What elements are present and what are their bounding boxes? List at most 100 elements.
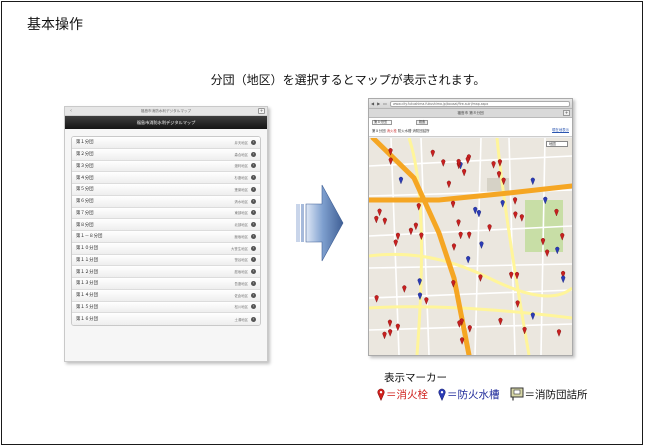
list-item-label: 第１１分団 bbox=[76, 257, 98, 263]
list-item-label: 第１３分団 bbox=[76, 281, 98, 287]
list-item-label: 第１－８分団 bbox=[76, 234, 103, 240]
list-item-sub: 森合地区 bbox=[234, 152, 248, 157]
list-item[interactable]: 第３分団 渡利地区 › bbox=[72, 160, 260, 173]
browser-tab-bar: 福島市 第８分団 + bbox=[369, 109, 572, 118]
list-item[interactable]: 第１５分団 松川地区 › bbox=[72, 301, 260, 314]
list-item-sub: 飯坂地区 bbox=[234, 234, 248, 239]
list-item-label: 第１２分団 bbox=[76, 269, 98, 275]
chevron-right-icon: › bbox=[251, 292, 256, 298]
legend-item-station: ＝消防団詰所 bbox=[510, 387, 588, 402]
chevron-right-icon: › bbox=[251, 186, 256, 192]
list-item[interactable]: 第１０分団 大笹生地区 › bbox=[72, 242, 260, 255]
map-canvas[interactable] bbox=[369, 138, 572, 355]
list-item-label: 第７分団 bbox=[76, 210, 94, 216]
fire-station-marker-icon bbox=[510, 387, 523, 401]
chevron-right-icon: › bbox=[251, 175, 256, 181]
list-item[interactable]: 第１分団 弁天地区 › bbox=[72, 137, 260, 149]
list-item-label: 第５分団 bbox=[76, 187, 94, 193]
phone-status-title: 福島市消防水利デジタルマップ bbox=[140, 109, 192, 113]
browser-bookmark-icon[interactable]: ▭ bbox=[383, 101, 387, 106]
phone-action-button[interactable]: + bbox=[258, 108, 265, 114]
legend-item-cistern: ＝防火水槽 bbox=[438, 387, 500, 402]
legend-title: 表示マーカー bbox=[384, 372, 447, 384]
legend-label-cistern: ＝防火水槽 bbox=[447, 388, 500, 401]
list-item[interactable]: 第１２分団 庭坂地区 › bbox=[72, 266, 260, 278]
list-item[interactable]: 第１６分団 土湯地区 › bbox=[72, 313, 260, 325]
map-view[interactable]: 地図 bbox=[369, 138, 572, 355]
chevron-right-icon: › bbox=[251, 163, 256, 169]
chevron-right-icon: › bbox=[251, 233, 256, 239]
chevron-right-icon: › bbox=[251, 198, 256, 204]
chevron-right-icon: › bbox=[251, 245, 256, 251]
list-item[interactable]: 第５分団 蓬莱地区 › bbox=[72, 184, 260, 196]
legend-label-hydrant: ＝消火栓 bbox=[386, 388, 428, 401]
browser-toolbar: ◀ ▶ ▭ www.city.fukushima.fukushima.jp/bo… bbox=[369, 99, 572, 109]
list-item[interactable]: 第７分団 東部地区 › bbox=[72, 207, 260, 220]
map-page-header: 第８分団 検索 第８分団 消火栓 防火水槽 消防団詰所 現在地表示 bbox=[369, 118, 572, 137]
list-item-sub: 渡利地区 bbox=[234, 164, 248, 169]
district-select[interactable]: 第８分団 bbox=[372, 120, 392, 125]
legend: ＝消火栓 ＝防火水槽 ＝消防団詰所 bbox=[377, 386, 598, 402]
list-item-label: 第４分団 bbox=[76, 175, 94, 181]
chevron-right-icon: › bbox=[251, 316, 256, 322]
chevron-right-icon: › bbox=[251, 304, 256, 310]
list-item-label: 第１０分団 bbox=[76, 246, 98, 252]
list-item-label: 第１分団 bbox=[76, 140, 94, 146]
list-item[interactable]: 第１３分団 吾妻地区 › bbox=[72, 278, 260, 290]
list-item-label: 第１５分団 bbox=[76, 304, 98, 310]
list-item-label: 第１４分団 bbox=[76, 293, 98, 299]
list-item[interactable]: 第１４分団 佐倉地区 › bbox=[72, 289, 260, 302]
browser-url-field[interactable]: www.city.fukushima.fukushima.jp/bousai/f… bbox=[389, 100, 570, 107]
blue-map-pin-icon bbox=[438, 388, 446, 401]
back-icon[interactable]: ‹ bbox=[70, 107, 72, 116]
list-item-sub: 清水地区 bbox=[234, 199, 248, 204]
chevron-right-icon: › bbox=[251, 280, 256, 286]
list-item[interactable]: 第１－８分団 飯坂地区 › bbox=[72, 231, 260, 243]
phone-header: 福島市消防水利デジタルマップ bbox=[65, 116, 267, 129]
list-item[interactable]: 第２分団 森合地区 › bbox=[72, 148, 260, 161]
list-item-sub: 蓬莱地区 bbox=[234, 187, 248, 192]
chevron-right-icon: › bbox=[251, 222, 256, 228]
list-item-sub: 吾妻地区 bbox=[234, 281, 248, 286]
chevron-right-icon: › bbox=[251, 139, 256, 145]
current-location-link[interactable]: 現在地表示 bbox=[552, 127, 569, 132]
list-item-sub: 土湯地区 bbox=[234, 317, 248, 322]
phone-screenshot: ‹ 福島市消防水利デジタルマップ + 福島市消防水利デジタルマップ 第１分団 弁天… bbox=[64, 106, 268, 362]
list-item-sub: 杉妻地区 bbox=[234, 176, 248, 181]
list-item-sub: 松川地区 bbox=[234, 305, 248, 310]
phone-status-bar: ‹ 福島市消防水利デジタルマップ + bbox=[65, 107, 267, 116]
list-item[interactable]: 第４分団 杉妻地区 › bbox=[72, 172, 260, 184]
list-item-sub: 弁天地区 bbox=[234, 140, 248, 145]
new-tab-icon[interactable]: + bbox=[563, 110, 570, 116]
browser-forward-icon[interactable]: ▶ bbox=[377, 101, 380, 106]
list-item-label: 第３分団 bbox=[76, 163, 94, 169]
list-item-label: 第８分団 bbox=[76, 222, 94, 228]
search-button[interactable]: 検索 bbox=[416, 120, 428, 125]
list-item[interactable]: 第１１分団 笹谷地区 › bbox=[72, 254, 260, 267]
legend-item-hydrant: ＝消火栓 bbox=[377, 387, 428, 402]
list-item-sub: 佐倉地区 bbox=[234, 293, 248, 298]
list-item-label: 第６分団 bbox=[76, 199, 94, 205]
map-caption: 第８分団 消火栓 防火水槽 消防団詰所 bbox=[372, 129, 430, 133]
map-type-select[interactable]: 地図 bbox=[546, 141, 568, 147]
legend-label-station: ＝消防団詰所 bbox=[524, 388, 588, 401]
right-arrow-icon bbox=[296, 184, 344, 262]
browser-back-icon[interactable]: ◀ bbox=[371, 101, 374, 106]
list-item-label: 第２分団 bbox=[76, 152, 94, 158]
chevron-right-icon: › bbox=[251, 269, 256, 275]
red-map-pin-icon bbox=[377, 388, 385, 401]
chevron-right-icon: › bbox=[251, 151, 256, 157]
slide-title: 基本操作 bbox=[27, 17, 83, 33]
chevron-right-icon: › bbox=[251, 210, 256, 216]
list-item[interactable]: 第６分団 清水地区 › bbox=[72, 195, 260, 208]
chevron-right-icon: › bbox=[251, 257, 256, 263]
list-item-sub: 笹谷地区 bbox=[234, 258, 248, 263]
district-list: 第１分団 弁天地区 › 第２分団 森合地区 › 第３分団 渡利地区 › 第４分団 杉妻地区 › 第５分団… bbox=[71, 136, 261, 326]
list-item-label: 第１６分団 bbox=[76, 317, 98, 323]
list-item-sub: 庭坂地区 bbox=[234, 270, 248, 275]
list-item[interactable]: 第８分団 北部地区 › bbox=[72, 219, 260, 231]
list-item-sub: 北部地区 bbox=[234, 223, 248, 228]
list-item-sub: 東部地区 bbox=[234, 211, 248, 216]
browser-tab-title[interactable]: 福島市 第８分団 bbox=[457, 111, 483, 115]
list-item-sub: 大笹生地区 bbox=[231, 246, 248, 251]
